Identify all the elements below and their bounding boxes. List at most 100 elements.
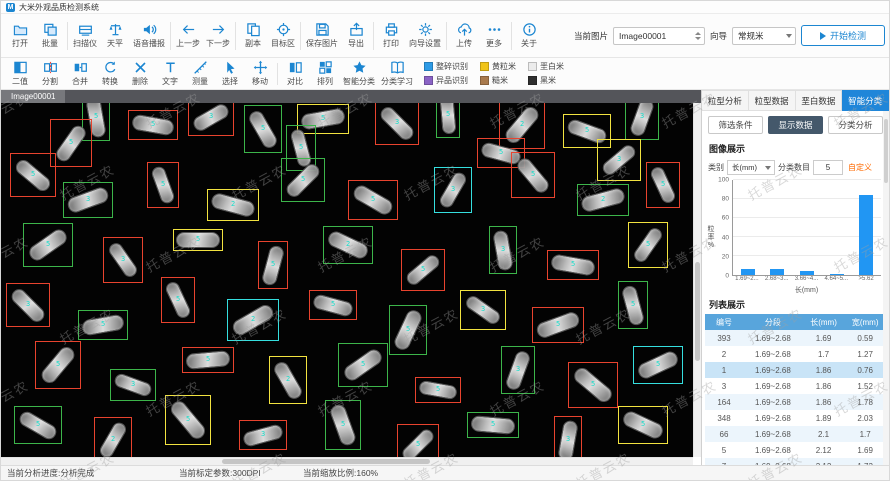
tab-chalkiness-data[interactable]: 垩白数据: [796, 90, 843, 111]
grain-number: 5: [491, 420, 495, 428]
toolbar-scanner-button[interactable]: 扫描仪: [70, 14, 100, 57]
calibration-status: 当前标定参数:300DPI: [173, 467, 297, 479]
table-row[interactable]: 51.69~2.682.121.69: [705, 442, 886, 458]
show-data-button[interactable]: 显示数据: [768, 116, 823, 134]
table-row[interactable]: 3481.69~2.681.892.03: [705, 410, 886, 426]
toolbar-save-image-button[interactable]: 保存图片: [303, 14, 341, 57]
table-row[interactable]: 11.69~2.681.860.76: [705, 362, 886, 378]
toolbar-separator: [67, 22, 68, 50]
table-row[interactable]: 1641.69~2.681.861.78: [705, 394, 886, 410]
toolbar-delete-button[interactable]: 删除: [125, 58, 155, 89]
wizard-select[interactable]: 常规米: [732, 27, 796, 45]
split-icon: [43, 60, 58, 75]
main-area: Image00001 55355352535553535255352553552…: [1, 90, 889, 465]
toolbar-button-label: 上传: [456, 38, 472, 49]
toolbar-wizard-settings-button[interactable]: 向导设置: [406, 14, 444, 57]
table-row[interactable]: 3931.69~2.681.690.59: [705, 330, 886, 346]
toolbar-open-button[interactable]: 打开: [5, 14, 35, 57]
tab-smart-classification[interactable]: 智能分类: [842, 90, 889, 111]
spinner-icon[interactable]: [695, 32, 701, 40]
toolbar-foreign-grain-recognition-button[interactable]: 异品识别: [424, 75, 468, 86]
toolbar-binary-button[interactable]: 二值: [5, 58, 35, 89]
brown-rice-icon: [480, 76, 489, 85]
canvas-horizontal-scrollbar[interactable]: [1, 457, 693, 465]
current-image-select[interactable]: Image00001: [613, 27, 705, 45]
table-cell: 1.69~2.68: [743, 362, 803, 378]
foreign-grain-recognition-icon: [424, 76, 433, 85]
category-value: 长(mm): [732, 162, 757, 173]
table-row[interactable]: 21.69~2.681.71.27: [705, 346, 886, 362]
toolbar-more-button[interactable]: 更多: [479, 14, 509, 57]
image-tab[interactable]: Image00001: [1, 90, 65, 103]
toolbar-button-label: 打开: [12, 38, 28, 49]
grain-number: 5: [556, 320, 560, 328]
grain-number: 5: [46, 240, 50, 248]
toolbar-measure-button[interactable]: 测量: [185, 58, 215, 89]
toolbar-brown-rice-button[interactable]: 糙米: [480, 75, 516, 86]
table-cell: 1.69: [844, 442, 886, 458]
toolbar-right-controls: 当前图片 Image00001 向导 常规米 开始检测: [574, 25, 885, 46]
category-select[interactable]: 长(mm): [727, 160, 775, 175]
toolbar-upload-button[interactable]: 上传: [449, 14, 479, 57]
export-icon: [349, 22, 364, 37]
toolbar-button-label: 更多: [486, 38, 502, 49]
toolbar-about-button[interactable]: 关于: [514, 14, 544, 57]
toolbar-classification-learning-button[interactable]: 分类学习: [378, 58, 416, 89]
table-cell: 1.69~2.68: [743, 330, 803, 346]
toolbar-export-button[interactable]: 导出: [341, 14, 371, 57]
gear-icon: [418, 22, 433, 37]
custom-link[interactable]: 自定义: [848, 162, 872, 173]
scrollbar-thumb[interactable]: [884, 119, 888, 183]
toolbar-text-button[interactable]: 文字: [155, 58, 185, 89]
toolbar-chalky-rice-button[interactable]: 垩白米: [528, 61, 564, 72]
scrollbar-thumb[interactable]: [222, 459, 430, 464]
toolbar-button-label: 智能分类: [343, 76, 375, 87]
grain-number: 5: [331, 300, 335, 308]
category-label: 类别: [708, 162, 724, 173]
grain-number: 5: [31, 170, 35, 178]
canvas-vertical-scrollbar[interactable]: [693, 103, 701, 457]
toolbar-batch-button[interactable]: 批量: [35, 14, 65, 57]
toolbar-select-button[interactable]: 选择: [215, 58, 245, 89]
toolbar-move-button[interactable]: 移动: [245, 58, 275, 89]
tab-grain-shape-analysis[interactable]: 粒型分析: [702, 90, 749, 111]
image-canvas[interactable]: 5535535253555353525535255355253553552553…: [1, 103, 693, 457]
grain-number: 2: [111, 435, 115, 443]
speaker-icon: [142, 22, 157, 37]
toolbar-smart-classification-button[interactable]: 智能分类: [340, 58, 378, 89]
grain-number: 5: [585, 126, 589, 134]
toolbar-prev-step-button[interactable]: 上一步: [173, 14, 203, 57]
toolbar-next-step-button[interactable]: 下一步: [203, 14, 233, 57]
grain-number: 5: [446, 110, 450, 118]
tab-grain-shape-data[interactable]: 粒型数据: [749, 90, 796, 111]
toolbar-whole-broken-recognition-button[interactable]: 整碎识别: [424, 61, 468, 72]
toolbar-button-label: 垩白米: [540, 61, 564, 72]
table-row[interactable]: 661.69~2.682.11.7: [705, 426, 886, 442]
class-count-input[interactable]: [813, 160, 843, 175]
toolbar-duplicate-button[interactable]: 副本: [238, 14, 268, 57]
toolbar-black-rice-button[interactable]: 黑米: [528, 75, 564, 86]
binary-icon: [13, 60, 28, 75]
toolbar-yellow-rice-button[interactable]: 黄粒米: [480, 61, 516, 72]
grain-number: 5: [341, 420, 345, 428]
toolbar-merge-button[interactable]: 合并: [65, 58, 95, 89]
scrollbar-thumb[interactable]: [695, 262, 700, 361]
panel-scrollbar[interactable]: [883, 111, 889, 465]
toolbar-convert-button[interactable]: 转换: [95, 58, 125, 89]
toolbar-voice-broadcast-button[interactable]: 语音播报: [130, 14, 168, 57]
toolbar-print-button[interactable]: 打印: [376, 14, 406, 57]
start-detection-button[interactable]: 开始检测: [801, 25, 885, 46]
filter-conditions-button[interactable]: 筛选条件: [708, 116, 763, 134]
toolbar-button-label: 二值: [12, 76, 28, 87]
toolbar-arrange-button[interactable]: 排列: [310, 58, 340, 89]
x-tick-label: 1.69~2...: [732, 276, 762, 285]
table-row[interactable]: 31.69~2.681.861.52: [705, 378, 886, 394]
toolbar-target-area-button[interactable]: 目标区: [268, 14, 298, 57]
toolbar-balance-button[interactable]: 天平: [100, 14, 130, 57]
classification-analysis-button[interactable]: 分类分析: [828, 116, 883, 134]
toolbar-segment-button[interactable]: 分割: [35, 58, 65, 89]
toolbar-compare-button[interactable]: 对比: [280, 58, 310, 89]
table-row[interactable]: 71.69~2.682.121.73: [705, 458, 886, 465]
toolbar-button-label: 删除: [132, 76, 148, 87]
measure-icon: [193, 60, 208, 75]
